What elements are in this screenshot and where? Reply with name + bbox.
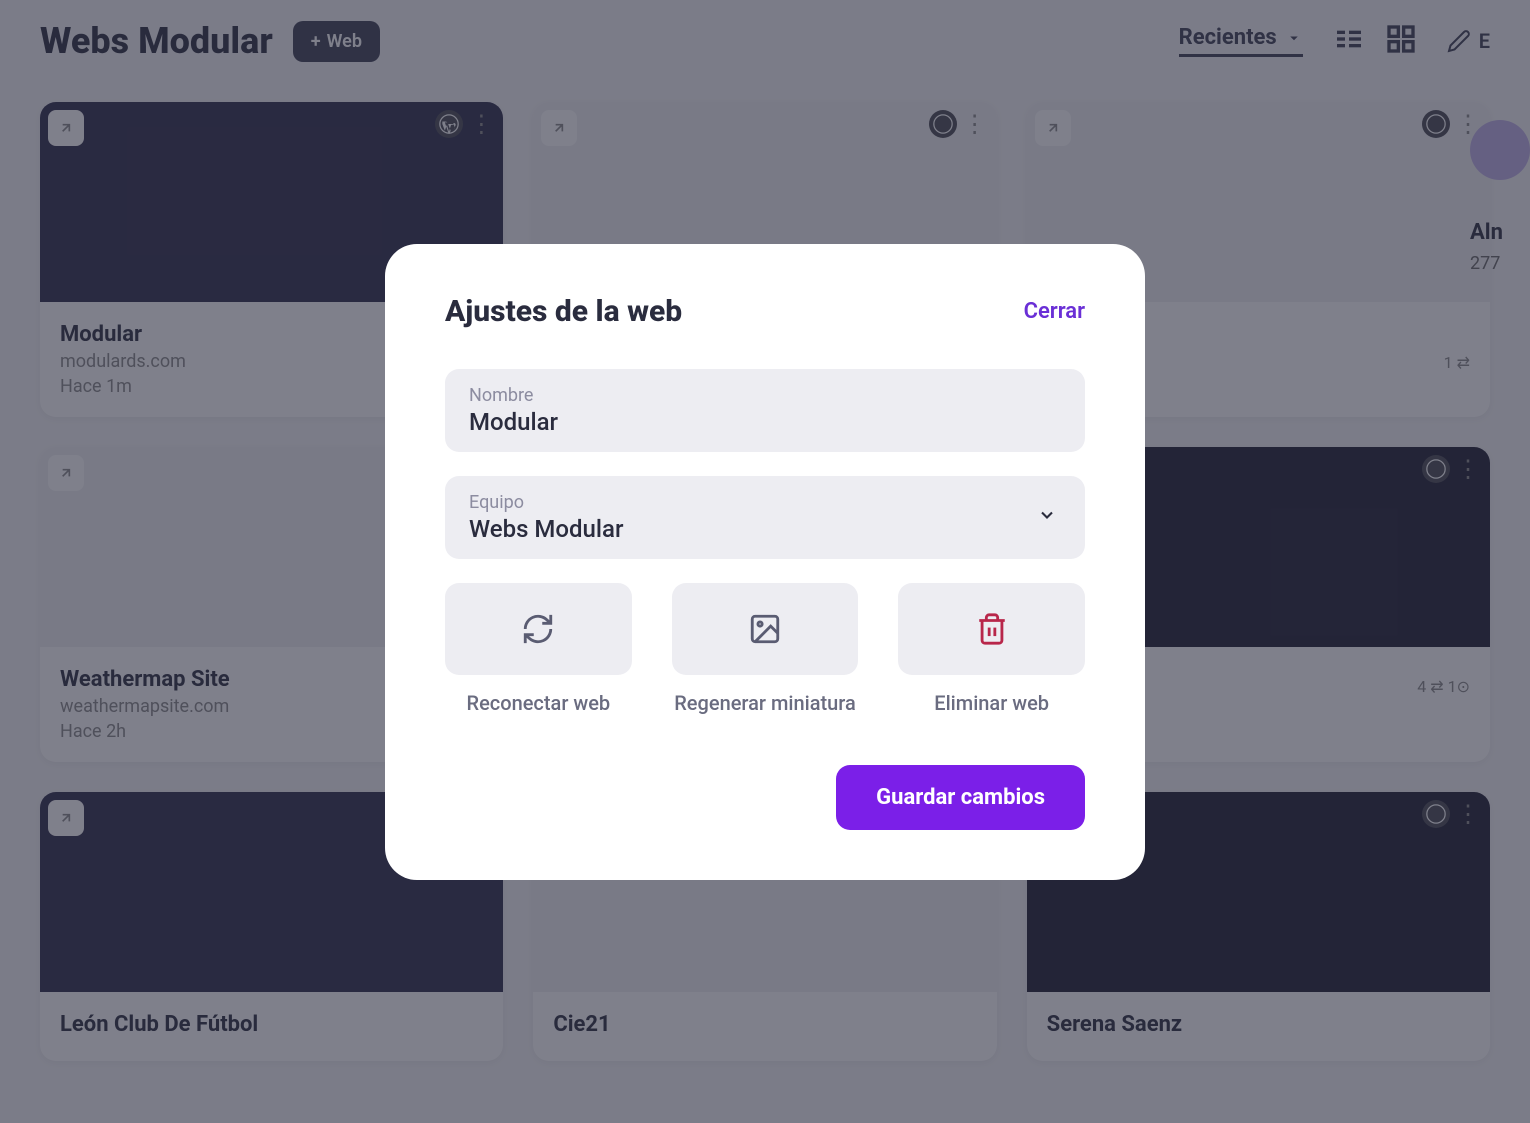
modal-header: Ajustes de la web Cerrar bbox=[445, 294, 1085, 329]
reconnect-label: Reconectar web bbox=[445, 691, 632, 715]
settings-modal: Ajustes de la web Cerrar Nombre Equipo W… bbox=[385, 244, 1145, 880]
team-label: Equipo bbox=[469, 492, 1061, 513]
save-button[interactable]: Guardar cambios bbox=[836, 765, 1085, 830]
reconnect-action: Reconectar web bbox=[445, 583, 632, 715]
image-icon bbox=[748, 612, 782, 646]
team-value: Webs Modular bbox=[469, 515, 1061, 543]
delete-label: Eliminar web bbox=[898, 691, 1085, 715]
reconnect-button[interactable] bbox=[445, 583, 632, 675]
name-input[interactable] bbox=[469, 408, 1061, 436]
trash-icon bbox=[975, 612, 1009, 646]
action-grid: Reconectar web Regenerar miniatura Elimi… bbox=[445, 583, 1085, 715]
modal-footer: Guardar cambios bbox=[445, 765, 1085, 830]
team-field[interactable]: Equipo Webs Modular bbox=[445, 476, 1085, 559]
name-label: Nombre bbox=[469, 385, 1061, 406]
modal-overlay[interactable]: Ajustes de la web Cerrar Nombre Equipo W… bbox=[0, 0, 1530, 1123]
regenerate-action: Regenerar miniatura bbox=[672, 583, 859, 715]
regenerate-button[interactable] bbox=[672, 583, 859, 675]
refresh-icon bbox=[521, 612, 555, 646]
delete-action: Eliminar web bbox=[898, 583, 1085, 715]
close-button[interactable]: Cerrar bbox=[1024, 299, 1085, 324]
name-field[interactable]: Nombre bbox=[445, 369, 1085, 452]
regenerate-label: Regenerar miniatura bbox=[672, 691, 859, 715]
chevron-down-icon bbox=[1037, 505, 1057, 529]
delete-button[interactable] bbox=[898, 583, 1085, 675]
modal-title: Ajustes de la web bbox=[445, 294, 682, 329]
